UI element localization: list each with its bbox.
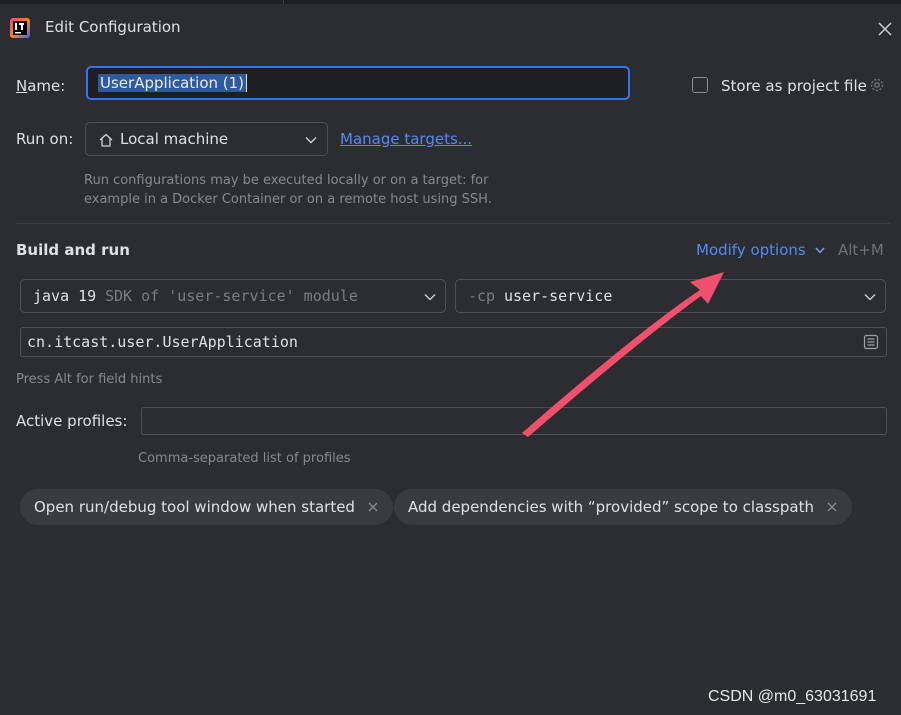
store-as-project-file-label[interactable]: Store as project file (721, 77, 867, 95)
modify-options-label: Modify options (696, 241, 806, 259)
sdk-main: java 19 (33, 287, 97, 305)
chevron-down-icon (424, 294, 436, 301)
classpath-select[interactable]: -cp user-service (455, 279, 886, 313)
gear-icon[interactable] (868, 76, 886, 94)
run-on-hint-line-1: Run configurations may be executed local… (84, 173, 489, 188)
name-label: Name: (16, 77, 65, 95)
close-icon[interactable] (876, 20, 894, 38)
main-class-value: cn.itcast.user.UserApplication (27, 333, 298, 351)
field-hints-text: Press Alt for field hints (16, 372, 163, 387)
main-class-input[interactable]: cn.itcast.user.UserApplication (20, 327, 887, 357)
dialog-title: Edit Configuration (45, 18, 181, 36)
section-divider (16, 223, 890, 224)
run-on-select[interactable]: Local machine (85, 122, 328, 156)
chip-remove-icon[interactable] (826, 501, 838, 513)
chevron-down-icon (864, 294, 876, 301)
modify-options-shortcut: Alt+M (838, 241, 884, 259)
option-chip-label: Open run/debug tool window when started (34, 498, 355, 516)
watermark-text: CSDN @m0_63031691 (708, 688, 877, 705)
name-input[interactable]: UserApplication (1) (86, 66, 630, 100)
top-edge-strip (0, 0, 901, 4)
modify-options-button[interactable]: Modify options (696, 241, 825, 259)
annotation-arrow (522, 272, 724, 437)
run-on-label: Run on: (16, 130, 74, 148)
run-on-value: Local machine (120, 130, 229, 148)
manage-targets-link[interactable]: Manage targets... (340, 130, 472, 148)
active-profiles-hint: Comma-separated list of profiles (138, 451, 351, 466)
sdk-sub: SDK of 'user-service' module (105, 287, 358, 305)
build-and-run-title: Build and run (16, 241, 130, 259)
name-label-rest: ame: (27, 77, 66, 95)
run-on-hint-line-2: example in a Docker Container or on a re… (84, 192, 492, 207)
active-profiles-input[interactable] (141, 407, 887, 435)
sdk-select[interactable]: java 19 SDK of 'user-service' module (20, 279, 446, 313)
store-as-project-file-checkbox[interactable] (692, 77, 708, 93)
chevron-down-icon (305, 137, 317, 144)
name-input-value: UserApplication (1) (98, 74, 248, 92)
name-label-mnemonic: N (16, 77, 28, 95)
chip-remove-icon[interactable] (367, 501, 379, 513)
expand-text-icon[interactable] (863, 334, 879, 350)
option-chip-provided-scope[interactable]: Add dependencies with “provided” scope t… (394, 489, 852, 525)
intellij-app-icon (10, 18, 30, 38)
active-profiles-label: Active profiles: (16, 412, 128, 430)
option-chip-open-tool-window[interactable]: Open run/debug tool window when started (20, 489, 393, 525)
classpath-module: user-service (504, 287, 613, 305)
chevron-down-icon (814, 247, 825, 254)
classpath-prefix: -cp (468, 287, 496, 305)
option-chip-label: Add dependencies with “provided” scope t… (408, 498, 814, 516)
home-icon (99, 133, 113, 147)
